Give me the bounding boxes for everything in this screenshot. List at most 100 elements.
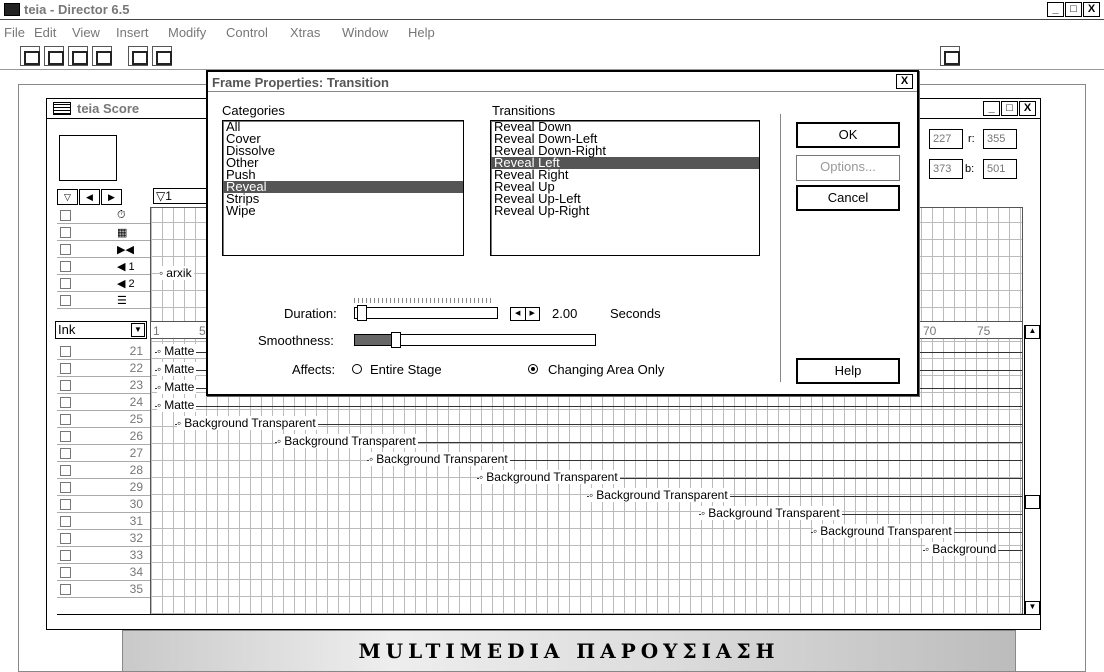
channel-toggle[interactable] bbox=[60, 260, 71, 272]
transitions-list[interactable]: Reveal Down Reveal Down-Left Reveal Down-R… bbox=[490, 120, 760, 256]
minimize-button[interactable]: _ bbox=[1047, 2, 1064, 17]
score-minimize-button[interactable]: _ bbox=[983, 101, 1000, 116]
channel-toggle[interactable] bbox=[60, 532, 71, 544]
changing-area-radio[interactable] bbox=[528, 364, 538, 374]
sprite-channel-row[interactable]: 32 bbox=[57, 530, 151, 547]
channel-toggle[interactable] bbox=[60, 515, 71, 527]
channel-toggle[interactable] bbox=[60, 447, 71, 459]
scroll-down-icon[interactable]: ▼ bbox=[1025, 601, 1040, 615]
changing-area-label[interactable]: Changing Area Only bbox=[548, 362, 664, 377]
scroll-thumb[interactable] bbox=[1025, 495, 1040, 509]
slider-knob[interactable] bbox=[391, 332, 401, 348]
categories-list[interactable]: All Cover Dissolve Other Push Reveal Strips Wip… bbox=[222, 120, 464, 256]
score-horizontal-scrollbar[interactable] bbox=[57, 614, 1040, 630]
channel-toggle[interactable] bbox=[60, 294, 71, 306]
sprite-channel-row[interactable]: 31 bbox=[57, 513, 151, 530]
sound-sprite[interactable]: arxik bbox=[159, 266, 194, 280]
channel-toggle[interactable] bbox=[60, 498, 71, 510]
category-item[interactable]: Dissolve bbox=[223, 144, 463, 157]
channel-toggle[interactable] bbox=[60, 583, 71, 595]
sprite-channel-row[interactable]: 24 bbox=[57, 394, 151, 411]
sprite-channel-row[interactable]: 34 bbox=[57, 564, 151, 581]
menu-control[interactable]: Control bbox=[226, 25, 268, 40]
menu-edit[interactable]: Edit bbox=[34, 25, 56, 40]
save-icon[interactable] bbox=[92, 46, 112, 66]
smoothness-slider[interactable] bbox=[354, 332, 596, 348]
sprite-channel-row[interactable]: 33 bbox=[57, 547, 151, 564]
channel-toggle[interactable] bbox=[60, 396, 71, 408]
script-channel[interactable]: ☰ bbox=[57, 292, 151, 309]
sound1-channel[interactable]: ◀ 1 bbox=[57, 258, 151, 275]
prev-marker-icon[interactable]: ◀ bbox=[79, 189, 100, 205]
category-item[interactable]: Strips bbox=[223, 192, 463, 205]
maximize-button[interactable]: □ bbox=[1065, 2, 1082, 17]
sprite-channel-row[interactable]: 23 bbox=[57, 377, 151, 394]
sprite-label[interactable]: Background Transparent bbox=[177, 416, 318, 430]
entire-stage-label[interactable]: Entire Stage bbox=[370, 362, 442, 377]
sprite-label[interactable]: Matte bbox=[157, 344, 197, 358]
sprite-channel-row[interactable]: 22 bbox=[57, 360, 151, 377]
channel-toggle[interactable] bbox=[60, 430, 71, 442]
duration-stepper[interactable]: ◀ ▶ bbox=[510, 307, 540, 321]
channel-toggle[interactable] bbox=[60, 413, 71, 425]
sound2-channel[interactable]: ◀ 2 bbox=[57, 275, 151, 292]
new-movie-icon[interactable] bbox=[20, 46, 40, 66]
menu-view[interactable]: View bbox=[72, 25, 100, 40]
channel-toggle[interactable] bbox=[60, 243, 71, 255]
sprite-channel-row[interactable]: 29 bbox=[57, 479, 151, 496]
sprite-channel-row[interactable]: 26 bbox=[57, 428, 151, 445]
ink-select[interactable]: Ink ▼ bbox=[55, 321, 147, 339]
options-button[interactable]: Options... bbox=[796, 155, 900, 181]
sprite-left-value[interactable]: 227 bbox=[929, 129, 963, 149]
channel-toggle[interactable] bbox=[60, 277, 71, 289]
decrease-icon[interactable]: ◀ bbox=[511, 308, 526, 320]
menu-help[interactable]: Help bbox=[408, 25, 435, 40]
channel-toggle[interactable] bbox=[60, 226, 71, 238]
sprite-label[interactable]: Matte bbox=[157, 362, 197, 376]
sprite-channel-row[interactable]: 30 bbox=[57, 496, 151, 513]
cancel-button[interactable]: Cancel bbox=[796, 185, 900, 211]
menu-insert[interactable]: Insert bbox=[116, 25, 149, 40]
help-button[interactable]: Help bbox=[796, 358, 900, 384]
increase-icon[interactable]: ▶ bbox=[526, 308, 540, 320]
export-icon[interactable] bbox=[152, 46, 172, 66]
next-marker-icon[interactable]: ▶ bbox=[101, 189, 122, 205]
score-vertical-scrollbar[interactable]: ▲ ▼ bbox=[1024, 325, 1040, 615]
channel-toggle[interactable] bbox=[60, 481, 71, 493]
ok-button[interactable]: OK bbox=[796, 122, 900, 148]
entire-stage-radio[interactable] bbox=[352, 364, 362, 374]
channel-toggle[interactable] bbox=[60, 379, 71, 391]
sprite-channel-row[interactable]: 28 bbox=[57, 462, 151, 479]
slider-knob[interactable] bbox=[357, 305, 367, 321]
channel-toggle[interactable] bbox=[60, 464, 71, 476]
transition-item[interactable]: Reveal Up-Right bbox=[491, 204, 759, 217]
sprite-label[interactable]: Background Transparent bbox=[369, 452, 510, 466]
duration-slider[interactable] bbox=[354, 305, 498, 321]
sprite-label[interactable]: Background Transparent bbox=[479, 470, 620, 484]
menu-xtras[interactable]: Xtras bbox=[290, 25, 320, 40]
sprite-label[interactable]: Background Transparent bbox=[701, 506, 842, 520]
tempo-channel[interactable]: ⏱ bbox=[57, 207, 151, 224]
score-maximize-button[interactable]: □ bbox=[1001, 101, 1018, 116]
category-item[interactable]: Wipe bbox=[223, 204, 463, 217]
sprite-label[interactable]: Background Transparent bbox=[589, 488, 730, 502]
sprite-label[interactable]: Matte bbox=[157, 380, 197, 394]
score-close-button[interactable]: X bbox=[1019, 101, 1036, 116]
sprite-label[interactable]: Matte bbox=[157, 398, 197, 412]
sprite-channel-row[interactable]: 27 bbox=[57, 445, 151, 462]
sprite-channel-row[interactable]: 35 bbox=[57, 581, 151, 598]
transition-channel[interactable]: ▶◀ bbox=[57, 241, 151, 258]
toolbar-icon-right[interactable] bbox=[940, 46, 960, 66]
close-button[interactable]: X bbox=[1083, 2, 1100, 17]
sprite-channel-row[interactable]: 21 bbox=[57, 343, 151, 360]
menu-window[interactable]: Window bbox=[342, 25, 388, 40]
sprite-label[interactable]: Background Transparent bbox=[277, 434, 418, 448]
marker-menu-icon[interactable]: ▽ bbox=[57, 189, 78, 205]
menu-modify[interactable]: Modify bbox=[168, 25, 206, 40]
channel-toggle[interactable] bbox=[60, 362, 71, 374]
channel-toggle[interactable] bbox=[60, 209, 71, 221]
open-icon[interactable] bbox=[68, 46, 88, 66]
scroll-up-icon[interactable]: ▲ bbox=[1025, 325, 1040, 339]
new-cast-icon[interactable] bbox=[44, 46, 64, 66]
sprite-bottom-value[interactable]: 501 bbox=[983, 159, 1017, 179]
